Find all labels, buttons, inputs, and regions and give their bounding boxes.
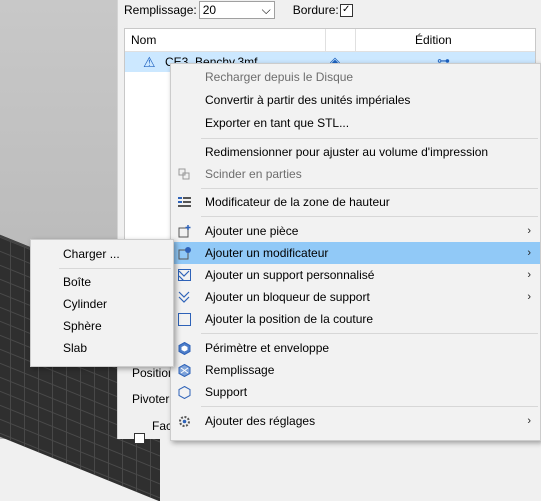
chevron-right-icon: › [527,291,531,303]
menu-item-add-part[interactable]: Ajouter une pièce › [171,220,540,242]
support-icon [177,385,191,399]
menu-item-scale-to-volume[interactable]: Redimensionner pour ajuster au volume d'… [171,141,540,163]
chevron-right-icon: › [527,225,531,237]
menu-item-add-modifier[interactable]: Ajouter un modificateur › [171,242,540,264]
chevron-right-icon: › [527,415,531,427]
menu-item-label: Ajouter des réglages [205,414,316,428]
menu-item-label: Remplissage [205,363,275,377]
menu-item-add-settings[interactable]: Ajouter des réglages › [171,410,540,432]
rotate-label: Pivoter [132,392,170,406]
menu-item-height-range-modifier[interactable]: Modificateur de la zone de hauteur [171,191,540,213]
submenu-item-slab[interactable]: Slab [31,337,173,359]
modifier-submenu: Charger ... Boîte Cylinder Sphère Slab [30,239,174,367]
menu-separator [201,188,538,189]
menu-item-perimeters[interactable]: Périmètre et enveloppe [171,337,540,359]
menu-item-convert-imperial[interactable]: Convertir à partir des unités impériales [171,89,540,111]
submenu-item-box[interactable]: Boîte [31,271,173,293]
position-label: Position [132,366,175,380]
add-modifier-icon [177,246,191,260]
menu-item-label: Redimensionner pour ajuster au volume d'… [205,145,489,159]
menu-item-label: Convertir à partir des unités impériales [205,93,411,107]
menu-item-label: Modificateur de la zone de hauteur [205,195,390,209]
submenu-item-label: Cylinder [63,297,108,311]
submenu-item-label: Boîte [63,275,92,289]
infill-value: 20 [202,3,217,17]
menu-separator [201,333,538,334]
brim-label: Bordure: [292,3,339,17]
infill-combo[interactable]: 20 ⌵ [198,1,275,19]
split-parts-icon [177,167,191,181]
submenu-item-load[interactable]: Charger ... [31,243,173,265]
object-list-header: Nom Édition [125,29,535,52]
menu-separator [201,138,538,139]
menu-separator [201,216,538,217]
gear-icon [177,414,191,428]
menu-item-split-parts[interactable]: Scinder en parties [171,163,540,185]
column-divider [355,29,356,51]
menu-item-label: Exporter en tant que STL... [205,116,350,130]
brim-checkbox[interactable]: ✓ [339,3,353,17]
menu-item-label: Ajouter une pièce [205,224,299,238]
infill-icon [177,363,191,377]
menu-item-label: Ajouter un modificateur [205,246,329,260]
submenu-item-label: Charger ... [63,247,120,261]
menu-separator [201,406,538,407]
menu-item-label: Périmètre et enveloppe [205,341,330,355]
menu-item-label: Scinder en parties [205,167,302,181]
menu-item-label: Ajouter un support personnalisé [205,268,375,282]
context-menu: Recharger depuis le Disque Convertir à p… [170,63,541,441]
menu-item-add-support-enforcer[interactable]: Ajouter un support personnalisé › [171,264,540,286]
submenu-item-label: Slab [63,341,88,355]
chevron-down-icon: ⌵ [261,2,271,17]
menu-item-label: Ajouter un bloqueur de support [205,290,370,304]
submenu-item-sphere[interactable]: Sphère [31,315,173,337]
chevron-right-icon: › [527,269,531,281]
chevron-right-icon: › [527,247,531,259]
column-divider [325,29,326,51]
menu-separator [59,268,171,269]
menu-item-reload[interactable]: Recharger depuis le Disque [171,66,540,88]
print-settings-row: Remplissage: 20 ⌵ Bordure: ✓ [124,0,353,20]
3d-viewport[interactable] [0,0,160,501]
menu-item-label: Ajouter la position de la couture [205,312,374,326]
menu-item-support[interactable]: Support [171,381,540,403]
warning-icon: ⚠ [143,54,156,70]
infill-label: Remplissage: [124,3,197,17]
submenu-item-cylinder[interactable]: Cylinder [31,293,173,315]
support-blocker-icon [177,290,191,304]
menu-item-add-support-blocker[interactable]: Ajouter un bloqueur de support › [171,286,540,308]
menu-item-export-stl[interactable]: Exporter en tant que STL... [171,112,540,134]
column-edit-header[interactable]: Édition [415,33,452,47]
menu-item-label: Support [205,385,248,399]
column-name-header[interactable]: Nom [131,33,156,47]
menu-item-seam-position[interactable]: Ajouter la position de la couture [171,308,540,330]
menu-item-infill[interactable]: Remplissage [171,359,540,381]
perimeter-icon [177,341,191,355]
add-part-icon [177,224,191,238]
support-enforcer-icon [177,268,191,282]
menu-item-label: Recharger depuis le Disque [205,70,354,84]
seam-position-icon [177,312,191,326]
submenu-item-label: Sphère [63,319,102,333]
height-range-icon [177,195,191,209]
face-label: Fac [152,419,173,433]
